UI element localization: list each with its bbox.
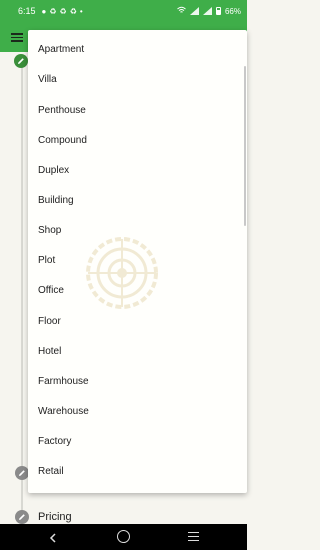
option-duplex[interactable]: Duplex [38,163,228,179]
hamburger-icon[interactable] [11,33,23,42]
option-warehouse[interactable]: Warehouse [38,404,228,420]
chat-icon: ● [41,6,47,16]
recycle-icon: ♻ [49,6,57,16]
dot-icon: • [79,6,83,16]
option-retail[interactable]: Retail [38,464,228,480]
timeline-line [21,60,23,515]
option-floor[interactable]: Floor [38,314,228,330]
pricing-label[interactable]: Pricing [38,511,72,523]
recycle-icon: ♻ [59,6,67,16]
status-right: 66% [177,6,241,16]
home-icon[interactable] [117,530,130,543]
option-penthouse[interactable]: Penthouse [38,103,228,119]
status-time: 6:15 [18,6,36,16]
watermark-logo [84,235,160,311]
edit-icon[interactable] [15,510,29,524]
battery-percent: 66% [224,6,241,16]
option-building[interactable]: Building [38,193,228,209]
signal-icon [189,7,199,15]
navigation-bar [0,524,247,550]
option-compound[interactable]: Compound [38,133,228,149]
option-hotel[interactable]: Hotel [38,344,228,360]
back-icon[interactable] [47,531,59,543]
status-bar: 6:15 ● ♻ ♻ ♻ • 66% [0,0,247,22]
edit-icon[interactable] [15,466,29,480]
recycle-icon: ♻ [69,6,77,16]
recents-icon[interactable] [188,532,199,541]
option-factory[interactable]: Factory [38,434,228,450]
edit-icon[interactable] [14,54,28,68]
wifi-icon [177,6,186,16]
signal-icon-2 [202,7,212,15]
scrollbar[interactable] [244,66,246,226]
option-apartment[interactable]: Apartment [38,42,228,58]
option-villa[interactable]: Villa [38,72,228,88]
option-farmhouse[interactable]: Farmhouse [38,374,228,390]
notification-icons: ● ♻ ♻ ♻ • [42,7,83,16]
battery-icon [215,7,221,15]
